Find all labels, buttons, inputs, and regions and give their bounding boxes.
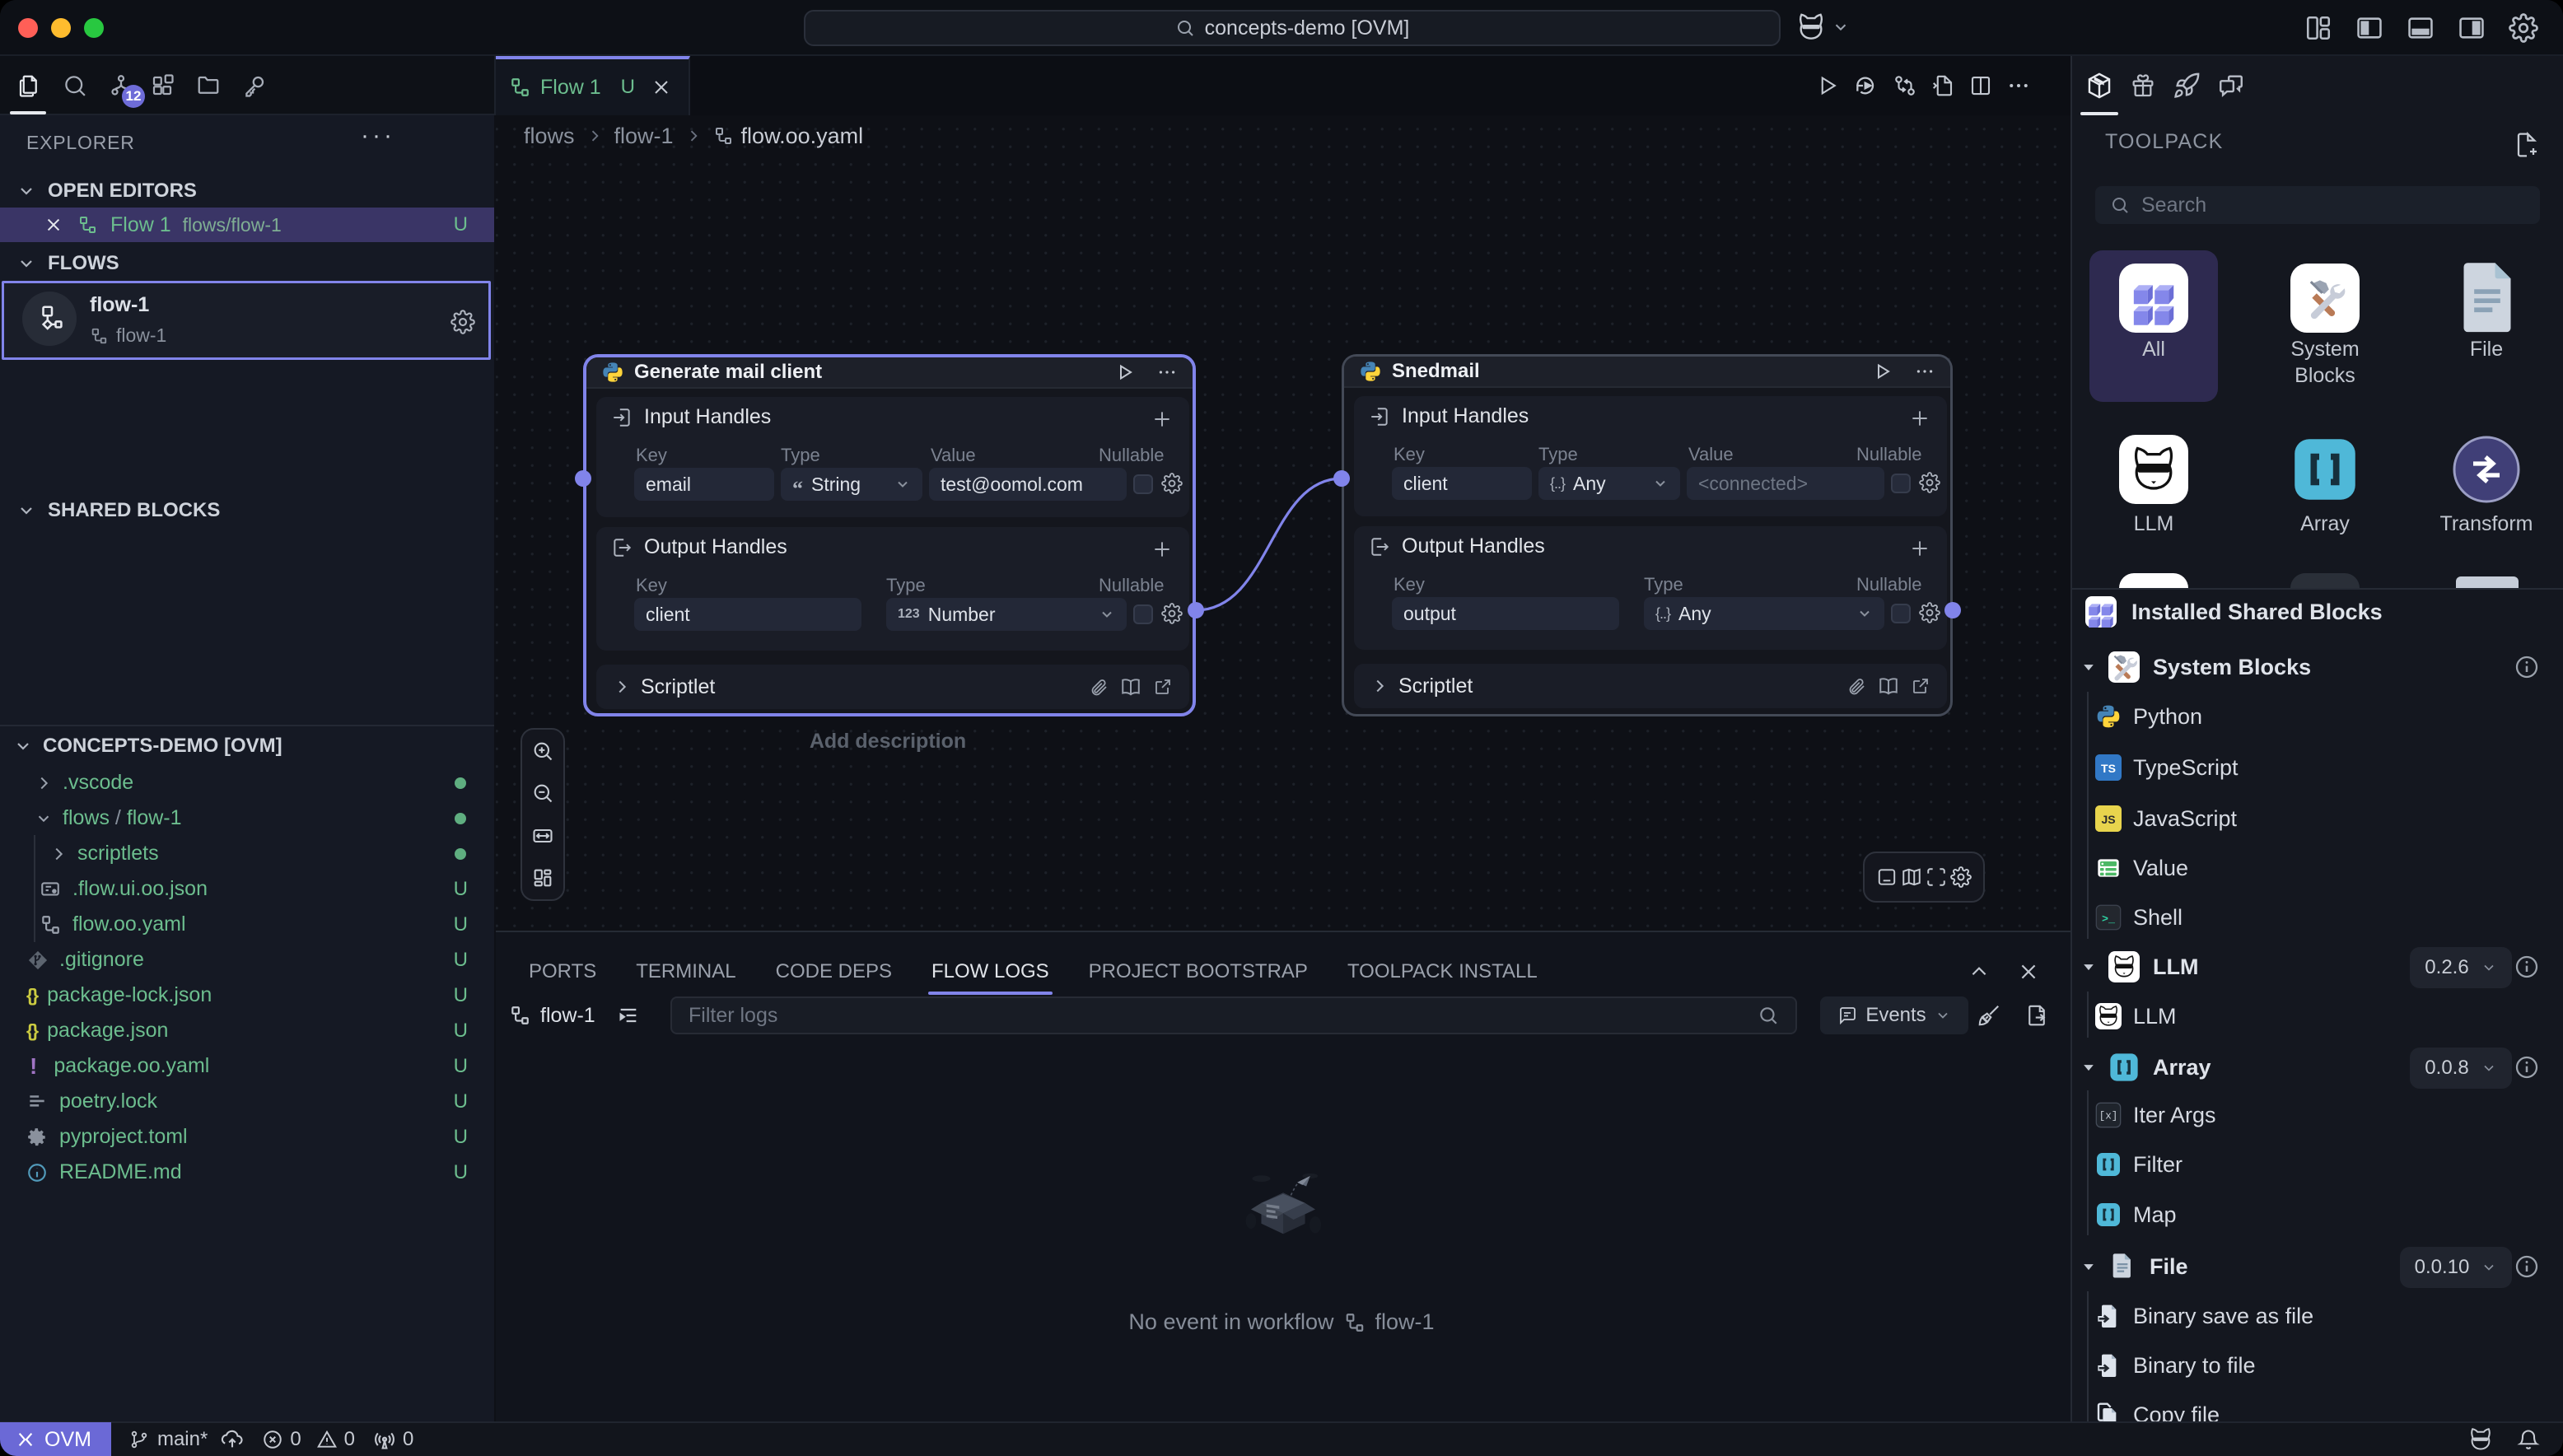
svg-text:JS: JS [2101,813,2115,826]
svg-text:[x]: [x] [2099,1110,2118,1122]
svg-text:>_: >_ [2102,913,2116,926]
svg-text:TS: TS [2101,762,2116,775]
